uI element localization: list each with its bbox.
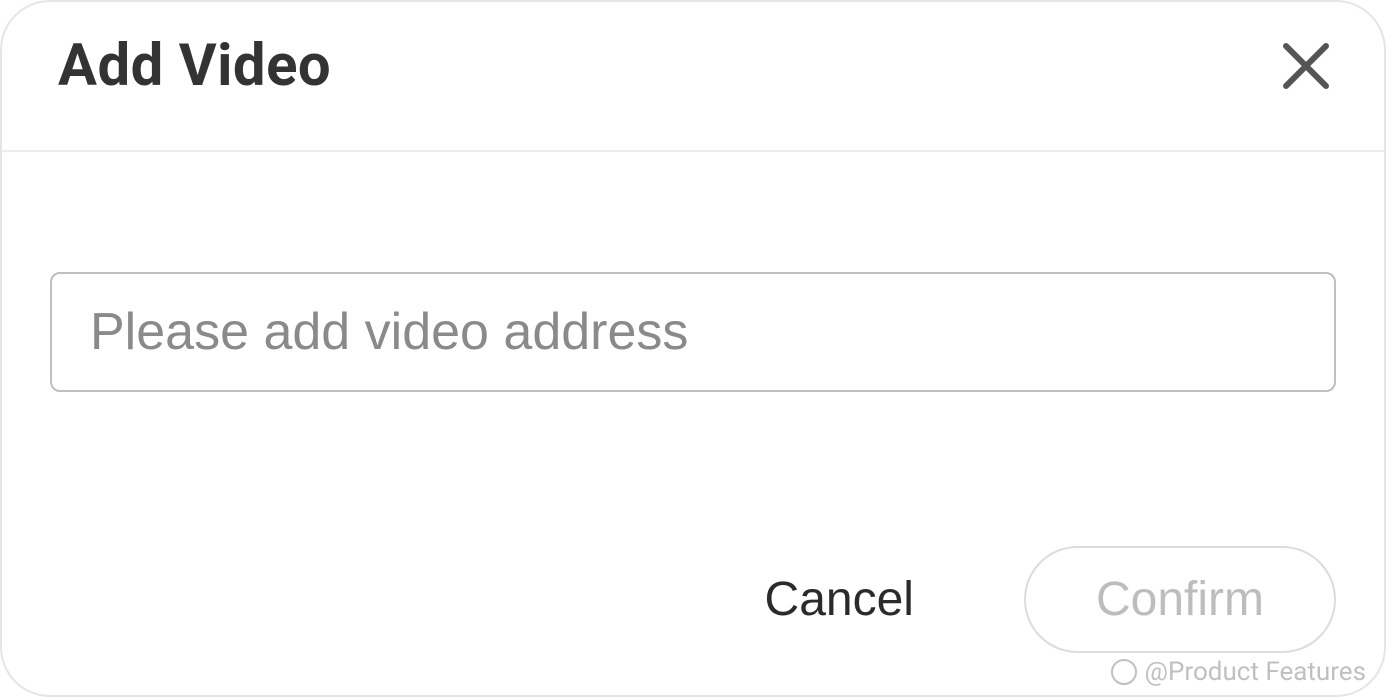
video-address-input[interactable]: [50, 272, 1336, 392]
close-button[interactable]: [1276, 36, 1336, 96]
close-icon: [1280, 40, 1332, 92]
dialog-body: [2, 152, 1384, 546]
dialog-footer: Cancel Confirm: [2, 546, 1384, 695]
dialog-header: Add Video: [2, 2, 1384, 152]
confirm-button[interactable]: Confirm: [1024, 546, 1336, 653]
add-video-dialog: Add Video Cancel Confirm: [0, 0, 1386, 697]
dialog-title: Add Video: [58, 32, 331, 100]
cancel-button[interactable]: Cancel: [755, 552, 924, 647]
